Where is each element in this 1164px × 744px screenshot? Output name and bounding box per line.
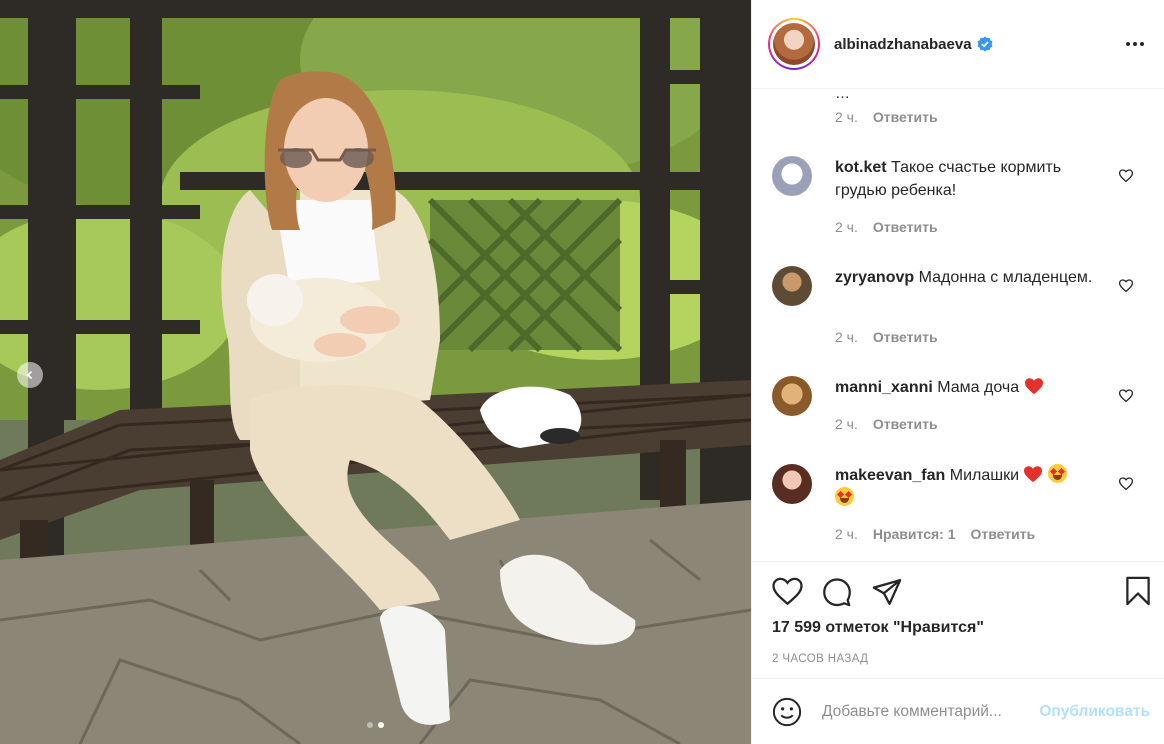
like-icon[interactable] (772, 577, 803, 608)
carousel-prev-button[interactable] (17, 362, 43, 388)
comment-like-icon[interactable] (1118, 169, 1134, 185)
commenter-username[interactable]: kot.ket (835, 159, 887, 176)
comment-text: Мама доча (937, 379, 1020, 396)
comment-like-icon[interactable] (1118, 477, 1134, 493)
avatar-image (773, 23, 815, 65)
comment-meta: 2 ч. Нравится: 1 Ответить (835, 526, 1035, 542)
commenter-username[interactable]: makeevan_fan (835, 467, 945, 484)
comment-meta: 2 ч. Ответить (835, 219, 938, 235)
likes-count[interactable]: 17 599 отметок "Нравится" (772, 619, 984, 637)
comment-input[interactable] (822, 702, 1032, 721)
post-header: albinadzhanabaeva (752, 0, 1164, 89)
publish-button[interactable]: Опубликовать (1039, 703, 1150, 721)
instagram-post: albinadzhanabaeva … 2 ч. Ответить kot.ke… (0, 0, 1164, 744)
comment-time[interactable]: 2 ч. (835, 416, 858, 432)
commenter-avatar[interactable] (772, 266, 812, 306)
more-options-button[interactable] (1122, 34, 1148, 54)
comment-text: Мадонна с младенцем. (918, 269, 1093, 286)
reply-button[interactable]: Ответить (873, 329, 938, 345)
comment-body: kot.ket Такое счастье кормить грудью реб… (835, 156, 1105, 202)
commenter-avatar[interactable] (772, 464, 812, 504)
comment-meta: 2 ч. Ответить (835, 109, 938, 125)
comment-text: Милашки (949, 467, 1020, 484)
commenter-avatar[interactable] (772, 156, 812, 196)
post-photo[interactable] (0, 0, 751, 744)
add-comment-bar: Опубликовать (752, 678, 1164, 744)
comment-body: manni_xanni Мама доча (835, 376, 1105, 399)
carousel-dots (0, 722, 751, 728)
comment-like-icon[interactable] (1118, 279, 1134, 295)
share-icon[interactable] (872, 578, 902, 609)
red-heart-emoji-icon (1024, 378, 1043, 395)
comment-time[interactable]: 2 ч. (835, 329, 858, 345)
heart-eyes-emoji-icon (1047, 464, 1067, 483)
reply-button[interactable]: Ответить (873, 109, 938, 125)
comment-like-icon[interactable] (1118, 389, 1134, 405)
commenter-username[interactable]: manni_xanni (835, 379, 933, 396)
save-icon[interactable] (1125, 576, 1151, 609)
emoji-icon[interactable] (772, 697, 802, 727)
comment-meta: 2 ч. Ответить (835, 416, 938, 432)
verified-icon (977, 36, 993, 52)
comment-time[interactable]: 2 ч. (835, 219, 858, 235)
reply-button[interactable]: Ответить (971, 526, 1036, 542)
comment-body: zyryanovp Мадонна с младенцем. (835, 266, 1105, 289)
comment-text-cut: … (835, 89, 850, 102)
comment-time[interactable]: 2 ч. (835, 109, 858, 125)
post-actions: 17 599 отметок "Нравится" 2 ЧАСОВ НАЗАД (752, 561, 1164, 678)
comments-list[interactable]: … 2 ч. Ответить kot.ket Такое счастье ко… (752, 89, 1164, 561)
more-options-icon (1126, 42, 1130, 46)
comment-icon[interactable] (822, 577, 852, 610)
comment-meta: 2 ч. Ответить (835, 329, 938, 345)
post-timestamp[interactable]: 2 ЧАСОВ НАЗАД (772, 653, 868, 665)
commenter-username[interactable]: zyryanovp (835, 269, 914, 286)
reply-button[interactable]: Ответить (873, 416, 938, 432)
red-heart-emoji-icon (1024, 466, 1043, 483)
carousel-dot[interactable] (367, 722, 373, 728)
author-username[interactable]: albinadzhanabaeva (834, 36, 972, 53)
comment-time[interactable]: 2 ч. (835, 526, 858, 542)
carousel-dot-active[interactable] (378, 722, 384, 728)
author-avatar[interactable] (768, 18, 820, 70)
commenter-avatar[interactable] (772, 376, 812, 416)
comment-body: makeevan_fan Милашки (835, 464, 1105, 510)
carousel-prev-icon (26, 370, 33, 380)
reply-button[interactable]: Ответить (873, 219, 938, 235)
heart-eyes-emoji-icon (835, 487, 854, 506)
comment-likes-count[interactable]: Нравится: 1 (873, 526, 956, 542)
photo-scene (0, 0, 751, 744)
post-sidebar: albinadzhanabaeva … 2 ч. Ответить kot.ke… (751, 0, 1164, 744)
